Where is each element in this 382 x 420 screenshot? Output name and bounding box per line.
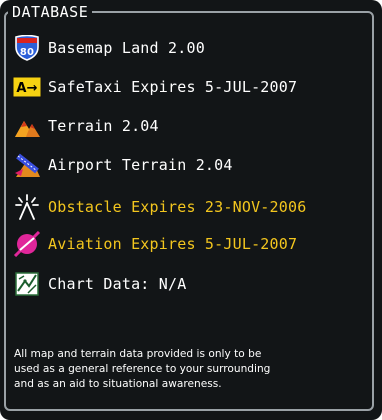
database-row-basemap: 80 Basemap Land 2.00 xyxy=(12,34,205,62)
database-panel: DATABASE 80 Basemap Land 2.00 A→ SafeTax… xyxy=(0,0,382,420)
terrain-icon xyxy=(12,113,42,139)
item-label: Chart Data: N/A xyxy=(48,275,187,293)
obstacle-icon xyxy=(12,194,42,220)
database-row-chart-data: Chart Data: N/A xyxy=(12,270,186,298)
safetaxi-badge-text: A→ xyxy=(16,81,37,96)
disclaimer-line: All map and terrain data provided is onl… xyxy=(14,348,262,360)
safetaxi-icon: A→ xyxy=(12,74,42,100)
disclaimer-text: All map and terrain data provided is onl… xyxy=(14,347,368,392)
item-label: Terrain 2.04 xyxy=(48,117,159,135)
database-row-airport-terrain: Airport Terrain 2.04 xyxy=(12,151,233,179)
chart-data-icon xyxy=(12,271,42,297)
database-row-obstacle: Obstacle Expires 23-NOV-2006 xyxy=(12,193,306,221)
interstate-shield-icon: 80 xyxy=(12,35,42,61)
item-label: Obstacle Expires 23-NOV-2006 xyxy=(48,198,307,216)
database-row-safetaxi: A→ SafeTaxi Expires 5-JUL-2007 xyxy=(12,73,297,101)
item-label: Airport Terrain 2.04 xyxy=(48,156,233,174)
database-row-aviation: Aviation Expires 5-JUL-2007 xyxy=(12,230,297,258)
aviation-icon xyxy=(12,231,42,257)
shield-number: 80 xyxy=(20,47,34,58)
airport-terrain-icon xyxy=(12,152,42,178)
section-title: DATABASE xyxy=(8,4,93,20)
database-row-terrain: Terrain 2.04 xyxy=(12,112,159,140)
disclaimer-line: used as a general reference to your surr… xyxy=(14,363,271,375)
item-label: Aviation Expires 5-JUL-2007 xyxy=(48,235,298,253)
disclaimer-line: and as an aid to situational awareness. xyxy=(14,378,222,390)
item-label: SafeTaxi Expires 5-JUL-2007 xyxy=(48,78,298,96)
item-label: Basemap Land 2.00 xyxy=(48,39,205,57)
